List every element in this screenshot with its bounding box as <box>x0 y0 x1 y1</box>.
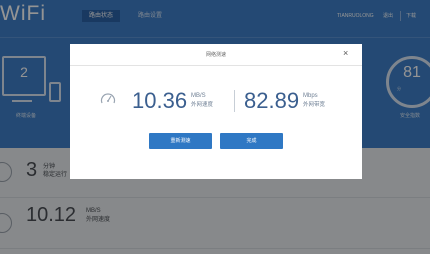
download-speed-label: 外网速度 <box>191 102 214 108</box>
download-speed-value: 10.36 <box>132 88 188 113</box>
bandwidth-value: 82.89 <box>244 88 300 113</box>
download-speed-unit: MB/S <box>191 93 206 99</box>
close-icon[interactable]: × <box>343 48 348 58</box>
bandwidth-unit: Mbps <box>303 93 318 99</box>
done-button[interactable]: 完成 <box>220 133 283 149</box>
dialog-title: 网络测速 <box>205 52 226 58</box>
speed-test-dialog: 网络测速 × 10.36 MB/S 外网速度 82.89 Mbps 外网带宽 重… <box>70 44 362 179</box>
speedometer-icon <box>100 93 116 104</box>
retest-button[interactable]: 重新测速 <box>149 133 212 149</box>
dialog-divider <box>70 65 362 66</box>
speed-divider <box>234 90 235 112</box>
bandwidth-label: 外网带宽 <box>303 102 326 108</box>
